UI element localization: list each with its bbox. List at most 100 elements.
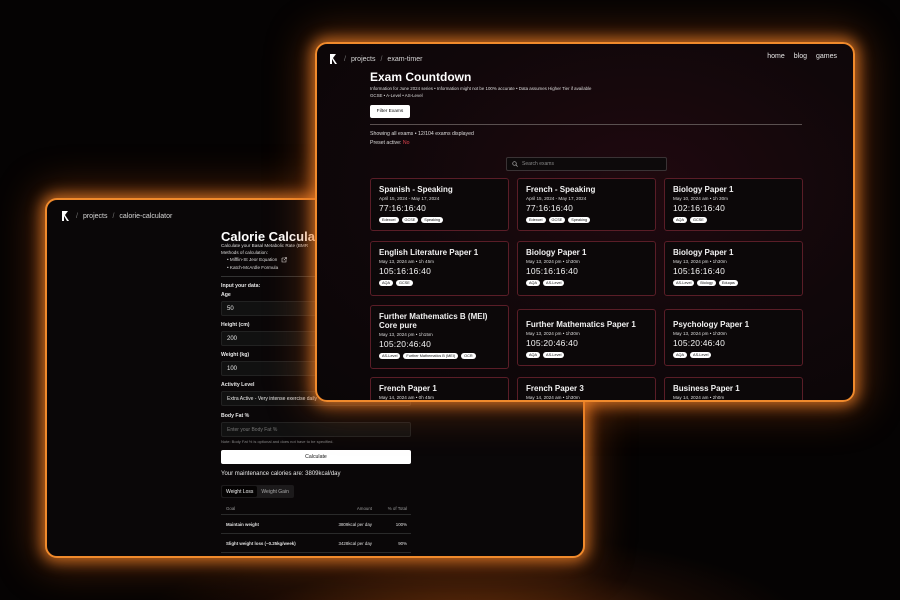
- breadcrumb-exam-timer[interactable]: exam-timer: [387, 56, 422, 63]
- exam-card-title: French Paper 3: [526, 384, 584, 393]
- exam-card-date: May 13, 2024 am • 1h 45m: [379, 259, 434, 264]
- exam-card-countdown: 105:20:46:40: [526, 338, 579, 348]
- breadcrumb-separator: /: [380, 55, 383, 63]
- page-title: Exam Countdown: [370, 70, 472, 84]
- tab-weight-loss[interactable]: Weight Loss: [222, 486, 258, 497]
- exam-tag: Speaking: [568, 217, 591, 223]
- exam-card[interactable]: French Paper 3 May 14, 2024 am • 1h30m: [517, 377, 656, 400]
- exam-tag: OCR: [461, 353, 476, 359]
- breadcrumb-calorie-calculator[interactable]: calorie-calculator: [119, 213, 172, 220]
- exam-card-tags: AQA AS-Level: [526, 280, 647, 286]
- method-mifflin-label: • Mifflin-St Jeor Equation: [227, 257, 278, 263]
- weight-label: Weight (kg): [221, 352, 250, 358]
- exam-card[interactable]: French - Speaking April 15, 2024 - May 17…: [517, 178, 656, 231]
- exam-card[interactable]: English Literature Paper 1 May 13, 2024 a…: [370, 241, 509, 296]
- goal-tabs: Weight Loss Weight Gain: [221, 485, 294, 498]
- exam-card-title: Business Paper 1: [673, 384, 740, 393]
- breadcrumb-separator: /: [76, 212, 78, 220]
- exam-card[interactable]: Biology Paper 1 May 10, 2024 am • 1h 30m 1…: [664, 178, 803, 231]
- exam-card-tags: AS-Level Further Mathematics B (MEI) OCR: [379, 353, 500, 359]
- exam-card-countdown: 105:20:46:40: [673, 338, 726, 348]
- exam-card-tags: AQA GCSE: [379, 280, 500, 286]
- exam-card-countdown: 105:16:16:40: [379, 266, 432, 276]
- levels-line: GCSE • A-Level • AS-Level: [370, 93, 423, 98]
- row-goal: Maintain weight: [226, 521, 259, 527]
- exam-card-date: April 15, 2024 - May 17, 2024: [379, 196, 440, 201]
- exam-card-countdown: 105:16:16:40: [526, 266, 579, 276]
- nav-link-home[interactable]: home: [767, 53, 785, 60]
- page-subtitle: Calculate your Basal Metabolic Rate (BMR: [221, 243, 309, 248]
- logo-icon[interactable]: [329, 53, 339, 65]
- activity-label: Activity Level: [221, 382, 255, 388]
- search-input[interactable]: Search exams: [506, 157, 667, 171]
- exam-tag: AQA: [526, 280, 541, 286]
- exam-card-tags: AS-Level Biology Eduqas: [673, 280, 794, 286]
- exam-tag: Eduqas: [718, 280, 738, 286]
- exam-card-title: Further Mathematics Paper 1: [526, 320, 636, 329]
- exam-card-date: April 15, 2024 - May 17, 2024: [526, 196, 587, 201]
- exam-tag: AQA: [673, 217, 688, 223]
- exam-card-date: May 10, 2024 am • 1h 30m: [673, 196, 728, 201]
- divider: [370, 124, 802, 125]
- exam-card-tags: AQA AS-Level: [526, 352, 647, 358]
- method-katch: • Katch-McArdle Formula: [227, 265, 279, 270]
- exam-countdown-window: / projects / exam-timer home blog games …: [315, 42, 855, 402]
- exam-card[interactable]: Spanish - Speaking April 15, 2024 - May 1…: [370, 178, 509, 231]
- exam-tag: Further Mathematics B (MEI): [403, 353, 459, 359]
- logo-icon[interactable]: [61, 210, 71, 222]
- bodyfat-input[interactable]: Enter your Body Fat %: [221, 422, 411, 437]
- exam-card[interactable]: Business Paper 1 May 14, 2024 am • 2h0m: [664, 377, 803, 400]
- calorie-nav: / projects / calorie-calculator: [61, 210, 172, 222]
- header-percent: % of Total: [387, 506, 407, 511]
- exam-tag: GCSE: [690, 217, 707, 223]
- exam-card[interactable]: Further Mathematics Paper 1 May 13, 2024 …: [517, 309, 656, 366]
- breadcrumb-projects[interactable]: projects: [351, 56, 376, 63]
- nav-link-games[interactable]: games: [816, 53, 837, 60]
- external-link-icon[interactable]: [281, 257, 287, 263]
- row-amount: 3809kcal per day: [338, 521, 372, 527]
- exam-tag: GCSE: [401, 217, 419, 223]
- divider: [221, 276, 321, 277]
- exam-card-title: Biology Paper 1: [673, 248, 734, 257]
- row-percent: 90%: [398, 540, 407, 546]
- info-line: Information for June 2024 series • Infor…: [370, 86, 592, 91]
- exam-tag: AQA: [379, 280, 394, 286]
- breadcrumb-separator: /: [112, 212, 115, 220]
- exam-card-date: May 13, 2024 pm • 1h30m: [526, 259, 580, 264]
- exam-tag: AQA: [526, 352, 541, 358]
- exam-tag: GCSE: [548, 217, 566, 223]
- header-goal: Goal: [226, 506, 236, 511]
- tab-weight-gain[interactable]: Weight Gain: [257, 486, 292, 497]
- bodyfat-label: Body Fat %: [221, 413, 250, 419]
- exam-card-countdown: 77:16:16:40: [526, 203, 574, 213]
- calorie-table: Goal Amount % of Total Maintain weight 3…: [221, 503, 411, 553]
- breadcrumb-separator: /: [344, 55, 346, 63]
- exam-card-title: English Literature Paper 1: [379, 248, 479, 257]
- exam-card[interactable]: Biology Paper 1 May 13, 2024 pm • 1h30m 10…: [517, 241, 656, 296]
- filter-exams-button[interactable]: Filter Exams: [370, 105, 410, 118]
- calculate-button[interactable]: Calculate: [221, 450, 411, 464]
- table-row: Slight weight loss (~0.25kg/week) 3428kc…: [221, 534, 411, 553]
- exam-card-date: May 14, 2024 am • 1h30m: [526, 395, 580, 400]
- height-label: Height (cm): [221, 322, 250, 328]
- exam-tag: AQA: [673, 352, 688, 358]
- exam-tag: Biology: [697, 280, 716, 286]
- exam-tag: Edexcel: [379, 217, 399, 223]
- exam-card[interactable]: Further Mathematics B (MEI) Core pure May…: [370, 305, 509, 369]
- method-mifflin[interactable]: • Mifflin-St Jeor Equation: [227, 257, 287, 263]
- exam-card-title: Biology Paper 1: [673, 185, 734, 194]
- nav-link-blog[interactable]: blog: [794, 53, 807, 60]
- exam-card-title: Psychology Paper 1: [673, 320, 750, 329]
- exam-tag: Edexcel: [526, 217, 546, 223]
- methods-label: Methods of calculation:: [221, 250, 268, 255]
- exam-card[interactable]: French Paper 1 May 14, 2024 am • 0h 45m: [370, 377, 509, 400]
- exam-card-date: May 14, 2024 am • 2h0m: [673, 395, 725, 400]
- exam-card-date: May 13, 2024 pm • 1h30m: [673, 259, 727, 264]
- exam-card[interactable]: Psychology Paper 1 May 13, 2024 pm • 1h30…: [664, 309, 803, 366]
- preset-status: Preset active: No: [370, 140, 410, 146]
- page-title: Calorie Calculat: [221, 229, 320, 244]
- table-header: Goal Amount % of Total: [221, 503, 411, 515]
- exam-card[interactable]: Biology Paper 1 May 13, 2024 pm • 1h30m 10…: [664, 241, 803, 296]
- row-goal: Slight weight loss (~0.25kg/week): [226, 540, 296, 546]
- breadcrumb-projects[interactable]: projects: [83, 213, 108, 220]
